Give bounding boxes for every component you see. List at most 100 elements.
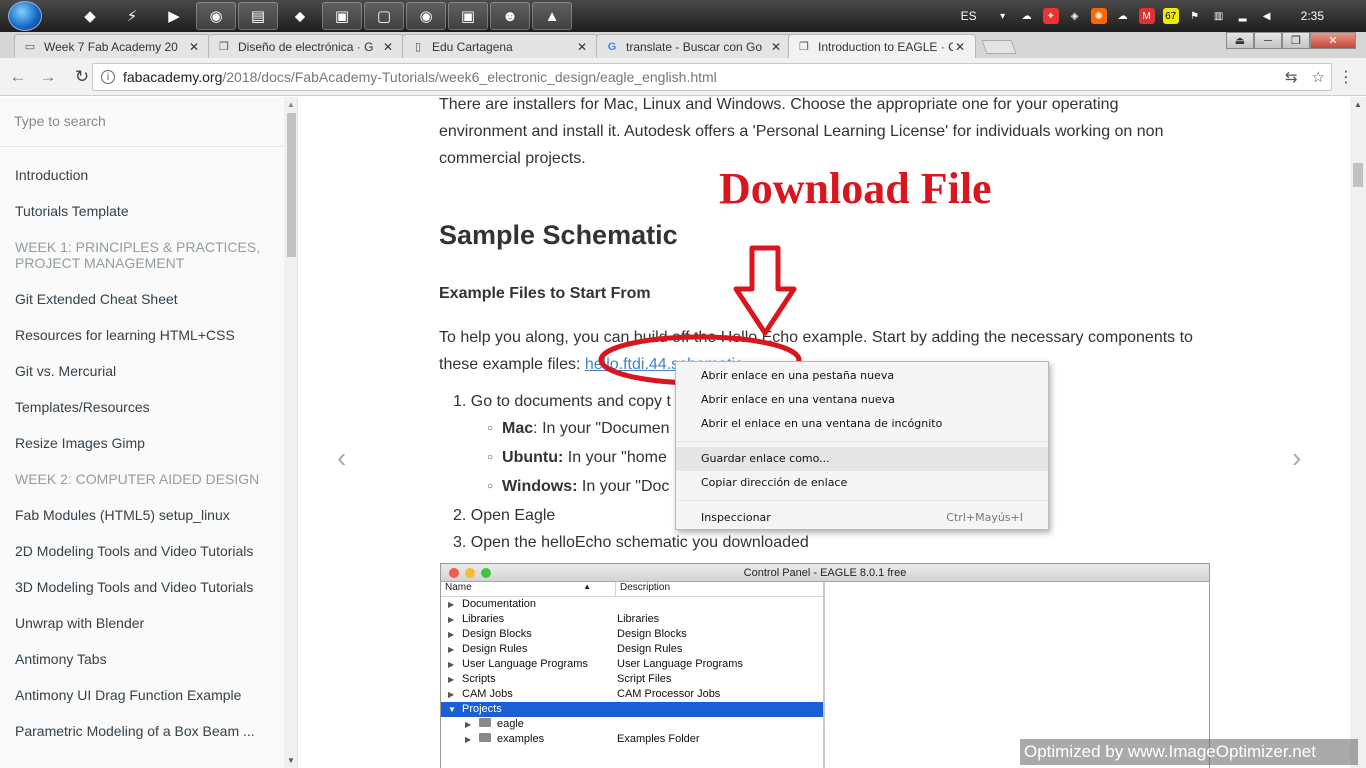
media-player-icon[interactable]: ▶ [154,2,194,30]
sidebar-scrollbar[interactable]: ▲ ▼ [284,97,297,768]
book-sidebar: Introduction Tutorials Template WEEK 1: … [0,97,298,768]
row-name: examples [497,733,545,745]
scrollbar-thumb[interactable] [1353,163,1363,187]
expand-triangle-icon: ▶ [448,600,455,609]
scroll-down-icon[interactable]: ▼ [287,756,295,765]
address-bar[interactable]: i fabacademy.org/2018/docs/FabAcademy-Tu… [92,63,1332,91]
expand-triangle-icon: ▶ [448,690,455,699]
sidebar-item-box-beam[interactable]: Parametric Modeling of a Box Beam ... [0,713,270,749]
menu-copy-link-address[interactable]: Copiar dirección de enlace [676,471,1048,495]
info-icon[interactable]: i [101,70,115,84]
menu-icon[interactable]: ⋮ [1338,67,1354,87]
collapse-triangle-icon: ▼ [448,705,456,714]
close-icon[interactable]: ✕ [769,40,783,54]
volume-icon[interactable]: ◀ [1259,8,1275,24]
window-icon[interactable]: ▣ [448,2,488,30]
tab-week7[interactable]: ▭ Week 7 Fab Academy 20 ✕ [14,34,210,58]
close-icon[interactable]: ✕ [953,40,967,54]
scroll-up-icon[interactable]: ▲ [287,100,295,109]
tab-edu-cartagena[interactable]: ▯ Edu Cartagena ✕ [402,34,598,58]
winamp-icon[interactable]: ⚡ [112,2,152,30]
tray-expand-icon[interactable]: ▾ [995,8,1011,24]
sidebar-item-3d-modeling[interactable]: 3D Modeling Tools and Video Tutorials [0,569,270,605]
sidebar-item-2d-modeling[interactable]: 2D Modeling Tools and Video Tutorials [0,533,270,569]
menu-shortcut: Ctrl+Mayús+I [946,511,1023,524]
start-button[interactable] [8,1,42,31]
avast-icon[interactable]: ✺ [1090,8,1107,24]
explorer-icon[interactable]: ▤ [238,2,278,30]
sidebar-item-antimony-tabs[interactable]: Antimony Tabs [0,641,270,677]
menu-save-link-as[interactable]: Guardar enlace como... [676,447,1048,471]
search-input[interactable] [14,113,254,129]
sidebar-item-unwrap-blender[interactable]: Unwrap with Blender [0,605,270,641]
window-icon[interactable]: ▣ [322,2,362,30]
eagle-title-bar: Control Panel - EAGLE 8.0.1 free [441,564,1209,582]
minimize-button[interactable]: ─ [1254,32,1282,49]
app-icon[interactable]: ▲ [532,2,572,30]
next-page-chevron-icon[interactable]: › [1292,442,1301,474]
user-icon[interactable]: ⏏ [1226,32,1254,49]
menu-open-incognito[interactable]: Abrir el enlace en una ventana de incógn… [676,412,1048,436]
maximize-button[interactable]: ❐ [1282,32,1310,49]
close-icon[interactable]: ✕ [381,40,395,54]
gmail-icon[interactable]: M [1138,8,1155,24]
translate-icon[interactable]: ⇆ [1285,68,1298,86]
window-controls: ⏏ ─ ❐ ✕ [1226,32,1356,49]
usb-icon[interactable]: ▥ [1211,8,1227,24]
sidebar-item-tutorials-template[interactable]: Tutorials Template [0,193,270,229]
language-indicator[interactable]: ES [961,9,977,23]
clock[interactable]: 2:35 [1301,9,1324,23]
badge-icon[interactable]: 67 [1162,8,1179,24]
app-icon[interactable]: ☻ [490,2,530,30]
previous-page-chevron-icon[interactable]: ‹ [337,442,346,474]
row-desc: CAM Processor Jobs [617,688,721,700]
menu-inspect[interactable]: Inspeccionar Ctrl+Mayús+I [676,506,1048,530]
sidebar-item-introduction[interactable]: Introduction [0,157,270,193]
bookmark-star-icon[interactable]: ☆ [1312,68,1325,86]
menu-open-new-tab[interactable]: Abrir enlace en una pestaña nueva [676,364,1048,388]
google-icon: G [607,40,617,53]
tab-translate[interactable]: G translate - Buscar con Go ✕ [596,34,792,58]
expand-triangle-icon: ▶ [448,630,455,639]
menu-open-new-window[interactable]: Abrir enlace en una ventana nueva [676,388,1048,412]
sidebar-item-fab-modules[interactable]: Fab Modules (HTML5) setup_linux [0,497,270,533]
app-icon[interactable]: ⬥ [280,2,320,30]
tree-row: ▶ Libraries Libraries [441,612,823,627]
page-icon: ▯ [414,41,422,53]
app-icon[interactable]: ◆ [70,2,110,30]
scrollbar-thumb[interactable] [287,113,296,257]
row-name: Libraries [462,613,505,625]
sidebar-item-git-cheat-sheet[interactable]: Git Extended Cheat Sheet [0,281,270,317]
tab-diseno[interactable]: ❐ Diseño de electrónica · G ✕ [208,34,404,58]
row-desc: User Language Programs [617,658,743,670]
eagle-title: Control Panel - EAGLE 8.0.1 free [743,567,907,579]
forward-arrow-icon[interactable]: → [36,67,60,87]
scroll-up-icon[interactable]: ▲ [1354,100,1362,109]
sidebar-item-templates[interactable]: Templates/Resources [0,389,270,425]
system-tray: ES ▾ ☁ ✦ ◈ ✺ ☁ M 67 ⚑ ▥ ▂ ◀ 2:35 [961,0,1366,32]
sidebar-item-git-mercurial[interactable]: Git vs. Mercurial [0,353,270,389]
sidebar-item-antimony-drag[interactable]: Antimony UI Drag Function Example [0,677,270,713]
signal-icon[interactable]: ▂ [1235,8,1251,24]
expand-triangle-icon: ▶ [448,615,455,624]
new-tab-button[interactable] [981,40,1017,54]
close-window-button[interactable]: ✕ [1310,32,1356,49]
url-host: fabacademy.org [123,69,223,85]
sidebar-item-resize-gimp[interactable]: Resize Images Gimp [0,425,270,461]
page-scrollbar[interactable]: ▲ [1350,97,1366,768]
chrome-icon[interactable]: ◉ [196,2,236,30]
close-icon[interactable]: ✕ [187,40,201,54]
dropbox-icon[interactable]: ◈ [1067,8,1083,24]
flag-icon[interactable]: ⚑ [1187,8,1203,24]
window-icon[interactable]: ▢ [364,2,404,30]
close-icon[interactable]: ✕ [575,40,589,54]
reload-icon[interactable]: ↻ [70,67,94,87]
sidebar-item-html-css[interactable]: Resources for learning HTML+CSS [0,317,270,353]
chrome-icon[interactable]: ◉ [406,2,446,30]
cloud-icon[interactable]: ☁ [1019,8,1035,24]
expand-triangle-icon: ▶ [448,675,455,684]
onedrive-icon[interactable]: ☁ [1115,8,1131,24]
app-tray-icon[interactable]: ✦ [1042,8,1059,24]
back-arrow-icon[interactable]: ← [6,67,30,87]
tab-introduction-eagle[interactable]: ❐ Introduction to EAGLE · C ✕ [788,34,976,58]
